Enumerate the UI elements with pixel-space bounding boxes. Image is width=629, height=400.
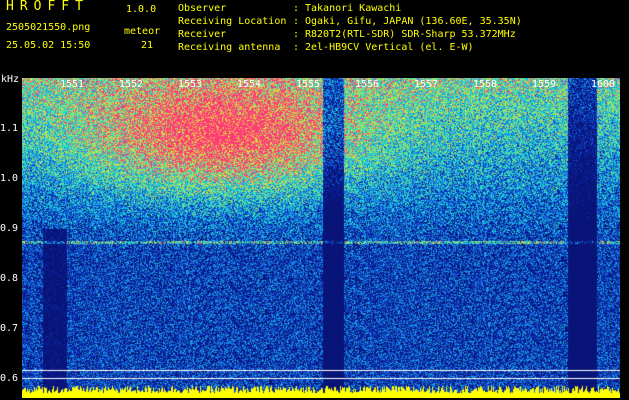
x-tick-label: 1552	[119, 79, 144, 90]
receiver-label: Receiver	[178, 29, 227, 40]
location-label: Receiving Location	[178, 16, 287, 27]
app-title: HROFFT	[6, 0, 89, 14]
y-tick-label: 1.0	[0, 173, 19, 184]
antenna-sep: :	[293, 42, 300, 53]
receiver-sep: :	[293, 29, 300, 40]
file-name: 2505021550.png	[6, 22, 91, 33]
y-tick-label: 0.7	[0, 323, 19, 334]
x-tick-label: 1554	[237, 79, 262, 90]
y-unit-label: kHz	[1, 74, 20, 85]
y-tick-label: 0.8	[0, 273, 19, 284]
location-value: Ogaki, Gifu, JAPAN (136.60E, 35.35N)	[305, 16, 522, 27]
x-tick-label: 1559	[532, 79, 557, 90]
spectrogram-canvas	[22, 78, 620, 398]
meteor-label: meteor	[124, 26, 161, 37]
antenna-label: Receiving antenna	[178, 42, 281, 53]
y-tick-label: 0.9	[0, 223, 19, 234]
x-tick-label: 1600	[591, 79, 616, 90]
y-tick-label: 0.6	[0, 373, 19, 384]
timestamp: 25.05.02 15:50	[6, 40, 91, 51]
location-sep: :	[293, 16, 300, 27]
x-tick-label: 1556	[355, 79, 380, 90]
receiver-value: R820T2(RTL-SDR) SDR-Sharp 53.372MHz	[305, 29, 516, 40]
x-tick-label: 1555	[296, 79, 321, 90]
observer-value: Takanori Kawachi	[305, 3, 402, 14]
x-tick-label: 1551	[60, 79, 85, 90]
antenna-value: 2el-HB9CV Vertical (el. E-W)	[305, 42, 474, 53]
header-panel: HROFFT 1.0.0 2505021550.png meteor 25.05…	[0, 0, 629, 72]
x-tick-label: 1558	[473, 79, 498, 90]
observer-sep: :	[293, 3, 300, 14]
x-tick-label: 1553	[178, 79, 203, 90]
observer-label: Observer	[178, 3, 227, 14]
y-tick-label: 1.1	[0, 123, 19, 134]
x-tick-label: 1557	[414, 79, 439, 90]
meteor-count: 21	[141, 40, 154, 51]
app-version: 1.0.0	[126, 4, 157, 15]
